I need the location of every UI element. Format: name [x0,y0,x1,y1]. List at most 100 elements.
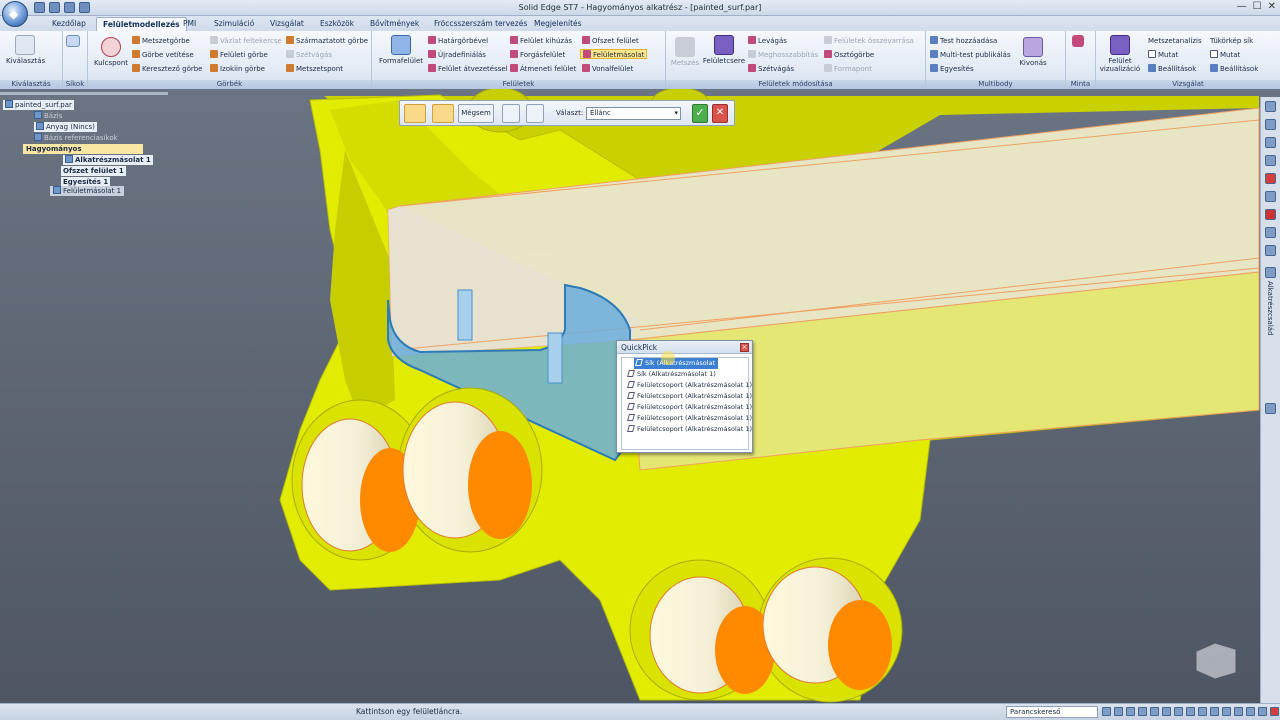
izokiin-gorbe-button[interactable]: Izokiin görbe [210,64,265,74]
shading-icon[interactable] [1174,707,1183,716]
feature-library-icon[interactable] [1265,245,1276,256]
family-of-parts-icon[interactable] [1265,267,1276,278]
tree-item-anyag[interactable]: Anyag (Nincs) [34,122,97,132]
tree-root[interactable]: painted_surf.par [3,100,74,110]
named-views-icon[interactable] [1222,707,1231,716]
tree-item-feluletmasolat[interactable]: Felületmásolat 1 [50,186,125,196]
atmeneti-felulet-button[interactable]: Átmeneti felület [510,64,576,74]
search-icon[interactable] [1265,403,1276,414]
mutat-checkbox[interactable]: Mutat [1148,50,1178,60]
youtube-icon[interactable] [1265,209,1276,220]
metszetspont-button[interactable]: Metszetspont [286,64,343,74]
zoom-area-icon[interactable] [1102,707,1111,716]
multi-test-publikalas-button[interactable]: Multi-test publikálás [930,50,1011,60]
list-item[interactable]: Felületcsoport (Alkatrészmásolat 1) [622,380,752,391]
feluletek-osszevarrasa-button[interactable]: Felületek összevarrása [824,36,914,46]
test-hozzaadasa-button[interactable]: Test hozzáadása [930,36,997,46]
view-style-icon[interactable] [1186,707,1195,716]
clip-icon[interactable] [1258,707,1267,716]
beallitasok-button[interactable]: Beállítások [1148,64,1196,74]
minimize-icon[interactable]: — [1237,1,1247,12]
close-icon[interactable]: × [740,343,749,352]
tab-szimulacio[interactable]: Szimuláció [208,17,260,31]
application-button[interactable]: ◆ [2,1,28,27]
feluleti-gorbe-button[interactable]: Felületi görbe [210,50,268,60]
list-item[interactable]: Felületcsoport (Alkatrészmásolat 1) [622,413,752,424]
sensor-tab-icon[interactable] [1265,137,1276,148]
alkatreszcsalad-tab[interactable]: Alkatrészcsalád [1266,281,1274,336]
options-icon[interactable] [502,104,520,123]
list-item[interactable]: Felületcsoport (Alkatrészmásolat 1) [622,402,752,413]
formapont-button[interactable]: Formapont [824,64,872,74]
surface-copy-step-icon[interactable] [404,104,426,123]
close-icon[interactable]: ✕ [1268,1,1276,12]
tree-item-ofszet-felulet[interactable]: Ofszet felület 1 [61,166,126,176]
list-item[interactable]: Felületcsoport (Alkatrészmásolat 1) [622,424,752,435]
teamcenter-tab-icon[interactable] [1265,191,1276,202]
hatargorbevel-button[interactable]: Határgörbével [428,36,488,46]
display-icon[interactable] [1198,707,1207,716]
select-dropdown[interactable]: Éllánc ▾ [586,107,681,120]
library-tab-icon[interactable] [1265,155,1276,166]
felulet-vizualizacio-button[interactable]: Felület vizualizáció [1098,35,1142,73]
fit-icon[interactable] [1126,707,1135,716]
formafelulet-button[interactable]: Formafelület [376,35,426,65]
metszes-button[interactable]: Metszés [668,37,702,67]
egyesites-button[interactable]: Egyesítés [930,64,974,74]
ofszet-felulet-button[interactable]: Ofszet felület [582,36,639,46]
help-tab-icon[interactable] [1265,173,1276,184]
kivonas-button[interactable]: Kivonás [1018,37,1048,67]
pan-icon[interactable] [1138,707,1147,716]
tab-kezdolap[interactable]: Kezdőlap [46,17,92,31]
tree-item-bazis-referenciasikok[interactable]: Bázis referenciasíkok [34,133,118,143]
list-item[interactable]: Sík (Alkatrészmásolat 1) [634,358,724,369]
select-button[interactable]: Kiválasztás [6,35,45,65]
plane-icon[interactable] [66,35,80,49]
szetvagas-button[interactable]: Szétvágás [748,64,794,74]
keresztezo-gorbe-button[interactable]: Keresztező görbe [132,64,203,74]
select-step-icon[interactable] [432,104,454,123]
accept-icon[interactable]: ✓ [692,104,708,123]
osztogorbe-button[interactable]: Osztógörbe [824,50,874,60]
maximize-icon[interactable]: ☐ [1253,1,1262,12]
record-icon[interactable] [1270,707,1279,716]
render-icon[interactable] [1210,707,1219,716]
tree-item-alkatreszmasolat[interactable]: Alkatrészmásolat 1 [63,155,153,165]
layers-tab-icon[interactable] [1265,119,1276,130]
list-item[interactable]: Sík (Alkatrészmásolat 1) [622,369,748,380]
tab-eszkozok[interactable]: Eszközök [314,17,360,31]
tab-feluletmodellezes[interactable]: Felületmodellezés [96,17,187,31]
forgasfelulet-button[interactable]: Forgásfelület [510,50,565,60]
cancel-x-icon[interactable]: ✕ [712,104,728,123]
beallitasok2-button[interactable]: Beállítások [1210,64,1258,74]
info-icon[interactable] [1265,227,1276,238]
view-orientation-icon[interactable] [1162,707,1171,716]
zoom-icon[interactable] [1114,707,1123,716]
ujradefinialas-button[interactable]: Újradefiniálás [428,50,486,60]
sketch-view-icon[interactable] [1234,707,1243,716]
metszetgorbe-button[interactable]: Metszetgörbe [132,36,190,46]
pattern-icon[interactable] [1072,35,1084,49]
perspective-icon[interactable] [1246,707,1255,716]
tab-froccsszerszam[interactable]: Fröccsszerszám tervezés [428,17,533,31]
tree-item-bazis[interactable]: Bázis [34,111,62,121]
meghosszabbitas-button[interactable]: Meghosszabbítás [748,50,818,60]
rotate-icon[interactable] [1150,707,1159,716]
keypoint-button[interactable]: Kulcspont [92,37,130,67]
list-item[interactable]: Felületcsoport (Alkatrészmásolat 1) [622,391,752,402]
vonalfelulet-button[interactable]: Vonalfelület [582,64,633,74]
mutat2-checkbox[interactable]: Mutat [1210,50,1240,60]
tree-item-hagyomanyos[interactable]: Hagyományos [23,144,143,154]
szetvagas-curve-button[interactable]: Szétvágás [286,50,332,60]
tab-bovitmenyek[interactable]: Bővítmények [364,17,425,31]
pathfinder-tab-icon[interactable] [1265,101,1276,112]
felulet-atvezetessel-button[interactable]: Felület átvezetéssel [428,64,508,74]
view-cube[interactable] [1193,638,1239,680]
feluletmasolat-button[interactable]: Felületmásolat [580,49,648,59]
szarmaztatott-gorbe-button[interactable]: Származtatott görbe [286,36,368,46]
cancel-button[interactable]: Mégsem [458,104,494,123]
tab-megjelenites[interactable]: Megjelenítés [528,17,588,31]
gorbe-vetitese-button[interactable]: Görbe vetítése [132,50,194,60]
vazlat-feltekercse-button[interactable]: Vázlat feltekercse [210,36,282,46]
feluletcsere-button[interactable]: Felületcsere [702,35,746,65]
